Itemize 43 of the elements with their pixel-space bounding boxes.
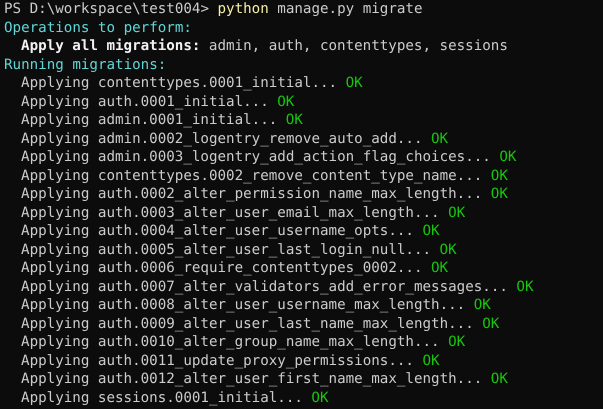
status-text: OK: [277, 92, 294, 111]
status-text: OK: [490, 185, 508, 204]
migration-line: Applying auth.0005_alter_user_last_login_null...: [21, 240, 432, 259]
output-text: admin, auth, contenttypes, sessions: [208, 37, 508, 56]
command-arguments: manage.py migrate: [277, 0, 422, 18]
migration-line: Applying auth.0012_alter_user_first_name_max_length...: [21, 370, 482, 388]
status-text: OK: [311, 388, 329, 407]
status-text: OK: [516, 278, 534, 296]
migration-line: Applying auth.0003_alter_user_email_max_length...: [21, 204, 440, 222]
prompt-path: PS D:\workspace\test004>: [4, 0, 209, 18]
migration-line: Applying sessions.0001_initial...: [21, 388, 303, 407]
migration-line: Applying contenttypes.0002_remove_content_type_name...: [21, 166, 482, 185]
migration-line: Applying auth.0008_alter_user_username_max_length...: [21, 296, 466, 314]
status-text: OK: [448, 333, 466, 352]
status-text: OK: [422, 222, 440, 240]
status-text: OK: [448, 204, 466, 222]
migration-line: Applying auth.0007_alter_validators_add_error_messages...: [21, 278, 508, 296]
migration-line: Applying admin.0002_logentry_remove_auto_add...: [21, 130, 422, 148]
migration-line: Applying auth.0010_alter_group_name_max_length...: [21, 333, 440, 352]
command-program: python: [218, 0, 269, 18]
status-text: OK: [346, 74, 363, 92]
migration-line: Applying contenttypes.0001_initial...: [21, 74, 338, 92]
migration-line: Applying auth.0001_initial...: [21, 92, 269, 111]
status-text: OK: [490, 166, 508, 185]
status-text: OK: [474, 296, 491, 314]
output-label: Apply all migrations:: [21, 37, 200, 56]
status-text: OK: [440, 240, 457, 259]
output-heading: Running migrations:: [4, 56, 166, 74]
migration-line: Applying auth.0002_alter_permission_name_max_length...: [21, 185, 482, 204]
migration-line: Applying auth.0011_update_proxy_permissions...: [21, 352, 414, 370]
output-heading: Operations to perform:: [4, 18, 192, 37]
status-text: OK: [286, 111, 303, 130]
status-text: OK: [499, 148, 516, 166]
migration-line: Applying auth.0006_require_contenttypes_0002...: [21, 259, 422, 278]
status-text: OK: [422, 352, 440, 370]
status-text: OK: [482, 314, 500, 333]
status-text: OK: [431, 259, 448, 278]
status-text: OK: [490, 370, 508, 388]
status-text: OK: [431, 130, 448, 148]
migration-line: Applying auth.0009_alter_user_last_name_max_length...: [21, 314, 474, 333]
migration-line: Applying admin.0003_logentry_add_action_flag_choices...: [21, 148, 491, 166]
migration-line: Applying admin.0001_initial...: [21, 111, 278, 130]
migration-line: Applying auth.0004_alter_user_username_opts...: [21, 222, 414, 240]
